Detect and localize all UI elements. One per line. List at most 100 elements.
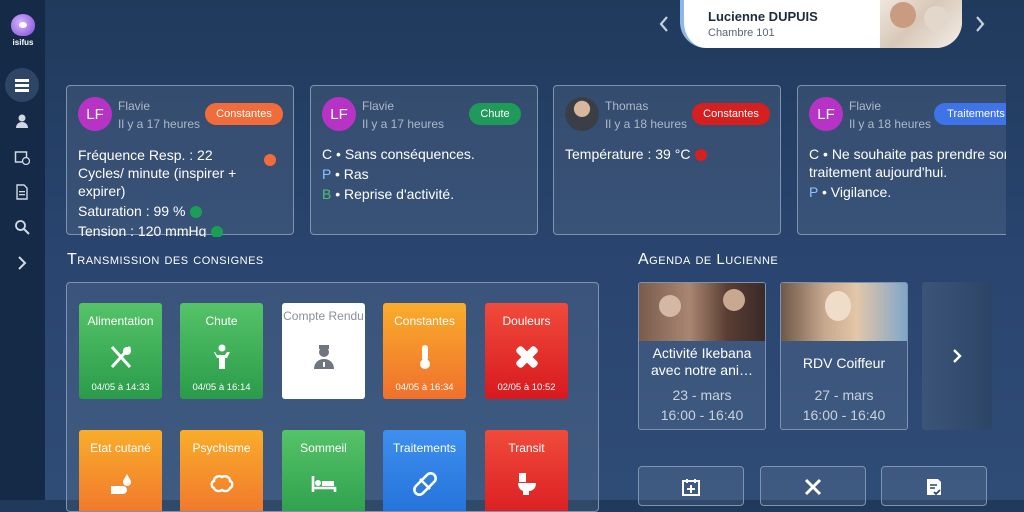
tile-compte-rendu[interactable]: Compte Rendu	[282, 303, 365, 399]
transmission-line: Température : 39 °C	[565, 145, 772, 163]
patient-name: Lucienne DUPUIS	[708, 9, 818, 24]
tile-label: Compte Rendu	[283, 309, 364, 323]
sidebar-item-agenda[interactable]	[5, 140, 39, 174]
tile-date: 04/05 à 16:14	[192, 382, 251, 393]
patient-card[interactable]: Lucienne DUPUIS Chambre 101	[680, 0, 962, 48]
pill-icon	[412, 472, 437, 496]
tile-chute[interactable]: Chute 04/05 à 16:14	[180, 303, 263, 399]
services-button[interactable]	[760, 466, 866, 506]
mascot-icon	[11, 14, 35, 36]
transmission-line: C • Sans conséquences.	[322, 146, 475, 162]
event-date: 27 - mars	[814, 387, 874, 403]
doctor-icon	[313, 345, 334, 369]
checklist-icon	[927, 479, 941, 496]
transmission-time: Il y a 17 heures	[118, 117, 201, 131]
agenda-event[interactable]: Activité Ikebana avec notre ani… 23 - ma…	[638, 282, 766, 430]
transmission-card[interactable]: LF Flavie Il y a 17 heures Constantes Fr…	[66, 85, 294, 237]
tile-douleurs[interactable]: Douleurs 02/05 à 10:52	[485, 303, 568, 399]
app-logo[interactable]: isifus	[6, 14, 40, 47]
event-photo	[639, 283, 765, 341]
transmission-card[interactable]: LF Flavie Il y a 18 heures Traitements C…	[797, 85, 1006, 235]
resident-icon	[16, 114, 28, 128]
tile-constantes[interactable]: Constantes 04/05 à 16:34	[383, 303, 466, 399]
tile-label: Transit	[508, 441, 545, 455]
utensils-icon	[110, 345, 131, 369]
brain-icon	[210, 475, 233, 493]
tile-date: 04/05 à 16:34	[395, 382, 454, 393]
status-dot	[264, 154, 276, 166]
agenda-title: Agenda de Lucienne	[638, 251, 779, 268]
author-name: Flavie	[118, 99, 151, 113]
event-name: RDV Coiffeur	[802, 355, 886, 371]
sidebar-item-transmissions[interactable]	[5, 68, 39, 102]
checklist-button[interactable]	[881, 466, 987, 506]
event-time: 16:00 - 16:40	[802, 407, 886, 423]
tile-alimentation[interactable]: Alimentation 04/05 à 14:33	[79, 303, 162, 399]
tile-date: 04/05 à 14:33	[91, 382, 150, 393]
sidebar-item-search[interactable]	[5, 210, 39, 244]
avatar: LF	[78, 97, 112, 131]
person-icon	[213, 344, 230, 369]
next-patient-button[interactable]	[970, 10, 990, 38]
status-dot	[190, 206, 203, 218]
tile-date: 02/05 à 10:52	[497, 382, 556, 393]
chevron-right-icon	[18, 256, 27, 270]
sidebar: isifus	[0, 0, 45, 500]
transmission-line: C • Ne souhaite pas prendre son traiteme…	[809, 146, 1006, 180]
transmission-line: B • Reprise d'activité.	[322, 186, 455, 202]
list-icon	[15, 79, 29, 92]
transmission-time: Il y a 18 heures	[849, 117, 932, 131]
previous-patient-button[interactable]	[654, 10, 674, 38]
hand-drop-icon	[110, 474, 131, 494]
category-badge: Chute	[469, 103, 521, 125]
chevron-right-icon	[976, 16, 985, 32]
tile-label: Douleurs	[502, 314, 551, 328]
calendar-clock-icon	[14, 151, 30, 165]
event-name: Activité Ikebana avec notre ani…	[651, 345, 753, 378]
tile-label: Chute	[205, 314, 238, 328]
calendar-add-icon	[682, 479, 700, 496]
transmission-time: Il y a 18 heures	[605, 117, 688, 131]
avatar	[565, 97, 599, 131]
tile-label: Etat cutané	[90, 441, 151, 455]
tile-label: Alimentation	[87, 314, 154, 328]
transmission-line: Fréquence Resp. : 22 Cycles/ minute (ins…	[78, 146, 276, 200]
tile-label: Psychisme	[192, 441, 251, 455]
author-name: Flavie	[849, 99, 882, 113]
avatar: LF	[322, 97, 356, 131]
transmission-card[interactable]: LF Flavie Il y a 17 heures Chute C • San…	[310, 85, 538, 235]
patient-photo	[880, 0, 962, 48]
bed-icon	[311, 476, 336, 492]
agenda-event[interactable]: RDV Coiffeur 27 - mars 16:00 - 16:40	[780, 282, 908, 430]
sidebar-item-documents[interactable]	[5, 175, 39, 209]
category-badge: Traitements	[934, 103, 1006, 125]
add-appointment-button[interactable]	[638, 466, 744, 506]
thermometer-icon	[419, 345, 430, 369]
sidebar-expand[interactable]	[5, 246, 39, 280]
avatar: LF	[809, 97, 843, 131]
transmission-line: Tension : 120 mmHg	[78, 222, 281, 237]
category-badge: Constantes	[692, 103, 770, 125]
tile-label: Sommeil	[300, 441, 347, 455]
logo-text: isifus	[12, 38, 34, 47]
tile-label: Constantes	[394, 314, 455, 328]
consignes-title: Transmission des consignes	[67, 251, 264, 268]
consignes-panel: Alimentation 04/05 à 14:33 Chute 04/05 à…	[66, 282, 599, 512]
sidebar-item-residents[interactable]	[5, 104, 39, 138]
transmission-line: P • Ras	[322, 166, 369, 182]
document-icon	[16, 184, 28, 200]
author-name: Thomas	[605, 99, 649, 113]
status-dot	[211, 226, 224, 237]
agenda-next-button[interactable]	[922, 282, 992, 430]
event-time: 16:00 - 16:40	[660, 407, 744, 423]
patient-room: Chambre 101	[708, 27, 775, 39]
bandage-icon	[515, 346, 538, 368]
event-date: 23 - mars	[672, 387, 732, 403]
tools-icon	[804, 478, 822, 496]
event-photo	[781, 283, 907, 341]
transmissions-carousel: LF Flavie Il y a 17 heures Constantes Fr…	[66, 85, 1006, 237]
chevron-left-icon	[659, 16, 668, 32]
transmission-card[interactable]: Thomas Il y a 18 heures Constantes Tempé…	[553, 85, 781, 235]
category-badge: Constantes	[205, 103, 283, 125]
search-icon	[15, 220, 30, 235]
